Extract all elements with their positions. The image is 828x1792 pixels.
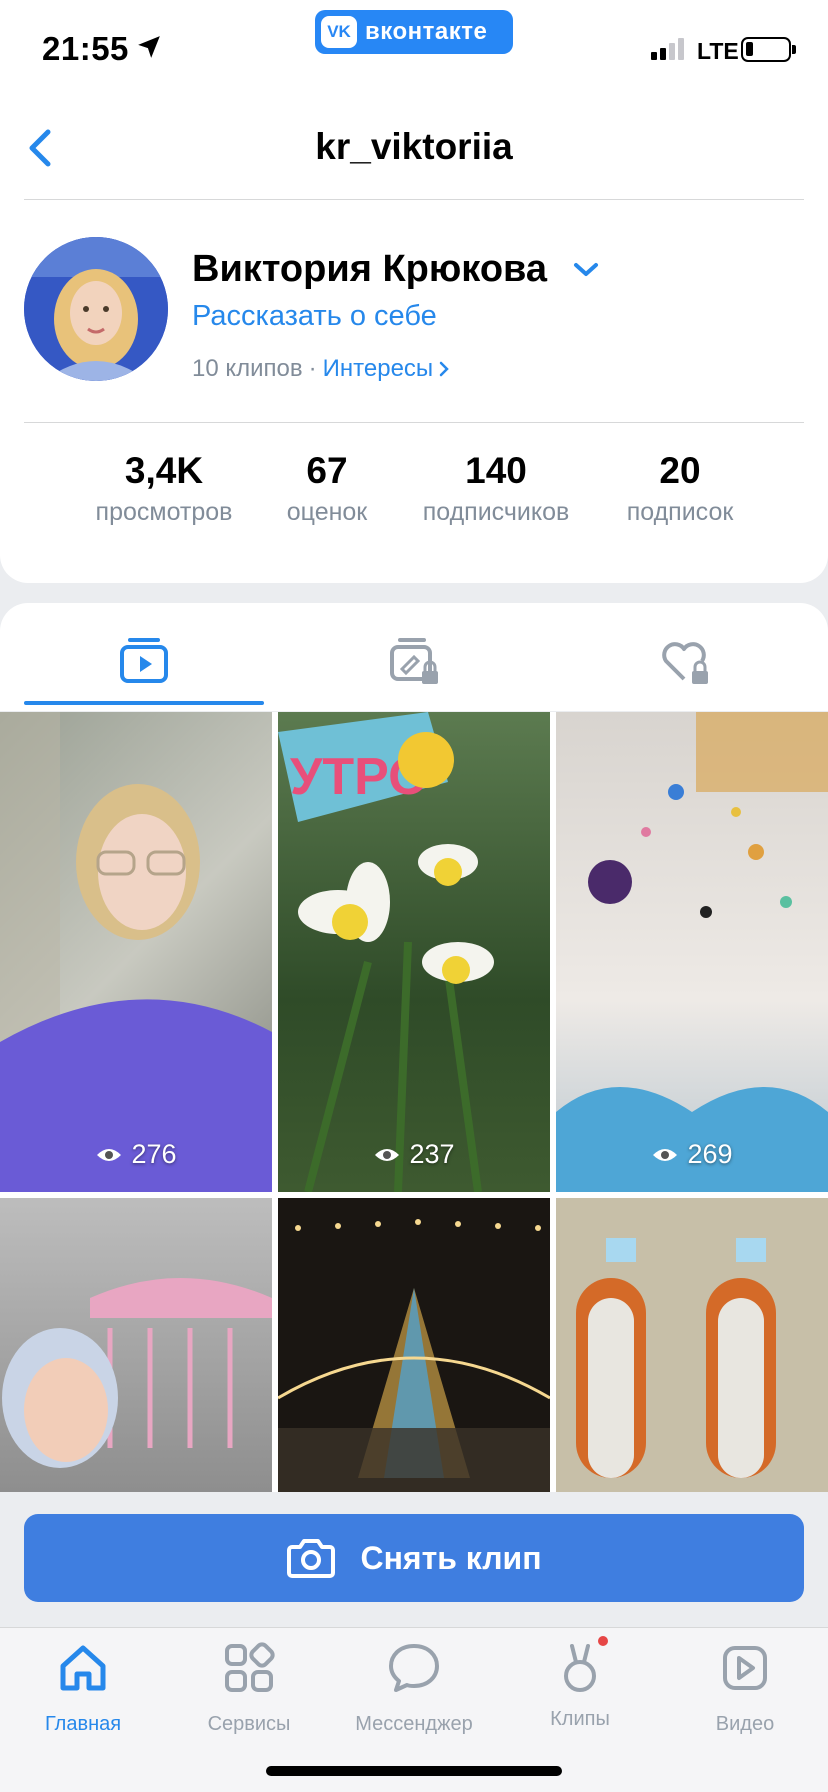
stat-ratings[interactable]: 67 оценок [287,450,368,527]
stat-following[interactable]: 20 подписок [627,450,734,527]
clip-views-count: 276 [131,1139,177,1169]
profile-name: Виктория Крюкова [192,248,548,290]
vk-app-pill[interactable]: VK вконтакте [315,10,513,54]
clips-badge [598,1636,608,1646]
avatar[interactable] [24,237,168,381]
profile-card: Виктория Крюкова Рассказать о себе 10 кл… [0,200,828,583]
chevron-down-icon[interactable] [573,262,599,278]
about-link[interactable]: Рассказать о себе [192,300,437,333]
stat-value: 67 [306,450,348,491]
clip-thumbnail[interactable] [278,1198,550,1492]
tabbar-label: Клипы [550,1708,610,1730]
stat-label: просмотров [95,498,233,526]
stat-label: подписок [626,498,734,526]
video-icon [723,1646,767,1690]
interests-link[interactable]: Интересы [323,355,450,383]
chevron-right-icon [439,361,449,377]
locked-heart-icon[interactable] [654,631,714,691]
profile-divider [24,422,804,423]
record-area: Снять клип [0,1492,828,1626]
stat-value: 20 [659,450,701,491]
clips-grid: 276 УТРО 237 269 [0,712,828,1492]
meta-separator: · [308,355,317,382]
signal-icon [651,38,684,60]
stat-views[interactable]: 3,4K просмотров [96,450,233,527]
page-title: kr_viktoriia [315,126,513,167]
camera-icon [287,1539,336,1578]
stat-label: подписчиков [422,498,570,526]
clip-views: 237 [278,1139,550,1170]
tabbar-item-messenger[interactable]: Мессенджер [339,1640,489,1736]
tabbar-item-services[interactable]: Сервисы [174,1640,324,1736]
tabbar-item-home[interactable]: Главная [8,1640,158,1736]
services-icon [225,1642,275,1692]
stat-value: 3,4K [124,450,204,491]
tabbar-label: Сервисы [207,1713,291,1735]
profile-name-row[interactable]: Виктория Крюкова [192,248,599,291]
bottom-tab-bar: Главная Сервисы Мессенджер Клипы Видео [0,1627,828,1792]
tabbar-item-clips[interactable]: Клипы [505,1636,655,1731]
battery-icon [741,37,796,62]
clip-views: 269 [556,1139,828,1170]
page-header: kr_viktoriia [0,96,828,200]
vk-logo-icon: VK [321,16,357,48]
eye-icon [653,1148,678,1161]
clip-thumbnail[interactable]: УТРО 237 [278,712,550,1192]
status-bar: 21:55 VK вконтакте LTE [0,0,828,96]
messenger-icon [389,1644,439,1692]
clips-icon [564,1644,596,1692]
tabbar-item-video[interactable]: Видео [670,1640,820,1736]
stat-label: оценок [286,498,368,526]
clip-views: 276 [0,1139,272,1170]
clip-thumbnail[interactable]: 276 [0,712,272,1192]
tabbar-label: Мессенджер [355,1713,473,1735]
interests-label: Интересы [322,355,434,382]
status-time: 21:55 [42,30,129,67]
clip-thumbnail[interactable] [0,1198,272,1492]
tabbar-label: Главная [44,1713,122,1735]
active-tab-indicator [24,701,264,705]
record-clip-label: Снять клип [360,1539,542,1576]
profile-stats: 3,4K просмотров 67 оценок 140 подписчико… [0,450,828,550]
clip-thumbnail[interactable]: 269 [556,712,828,1192]
home-indicator [266,1766,562,1776]
locked-edit-icon[interactable] [384,631,444,691]
network-type: LTE [697,38,739,64]
stat-followers[interactable]: 140 подписчиков [423,450,570,527]
vk-app-name: вконтакте [365,18,488,45]
profile-meta: 10 клипов · Интересы [192,355,449,383]
record-clip-button[interactable]: Снять клип [24,1514,804,1602]
home-icon [60,1645,106,1691]
clip-thumbnail[interactable] [556,1198,828,1492]
clip-tabs [0,603,828,711]
eye-icon [375,1148,400,1161]
clip-views-count: 237 [409,1139,455,1169]
clips-icon-wrap [552,1636,608,1696]
clips-count: 10 клипов [192,355,303,382]
clip-play-icon[interactable] [114,631,174,691]
tabbar-label: Видео [715,1713,775,1735]
location-arrow-icon [138,36,160,58]
clip-views-count: 269 [687,1139,733,1169]
eye-icon [97,1148,122,1161]
stat-value: 140 [465,450,527,491]
